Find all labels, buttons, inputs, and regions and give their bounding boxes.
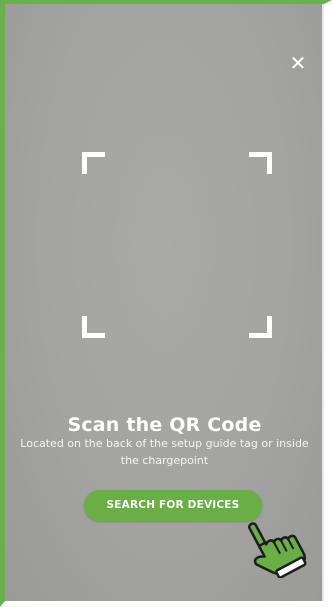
viewfinder-corner-bottom-right (249, 316, 272, 338)
pointing-hand-icon (248, 522, 307, 578)
qr-viewfinder (82, 152, 272, 338)
viewfinder-corner-top-right (249, 152, 272, 174)
viewfinder-corner-top-left (82, 152, 105, 174)
search-for-devices-button[interactable]: SEARCH FOR DEVICES (84, 490, 262, 521)
viewfinder-corner-bottom-left (82, 316, 105, 338)
camera-scan-screen: ✕ Scan the QR Code Located on the back o… (5, 4, 324, 601)
close-icon[interactable]: ✕ (287, 52, 309, 74)
scan-subtitle: Located on the back of the setup guide t… (20, 437, 309, 467)
scan-title: Scan the QR Code (67, 414, 262, 436)
